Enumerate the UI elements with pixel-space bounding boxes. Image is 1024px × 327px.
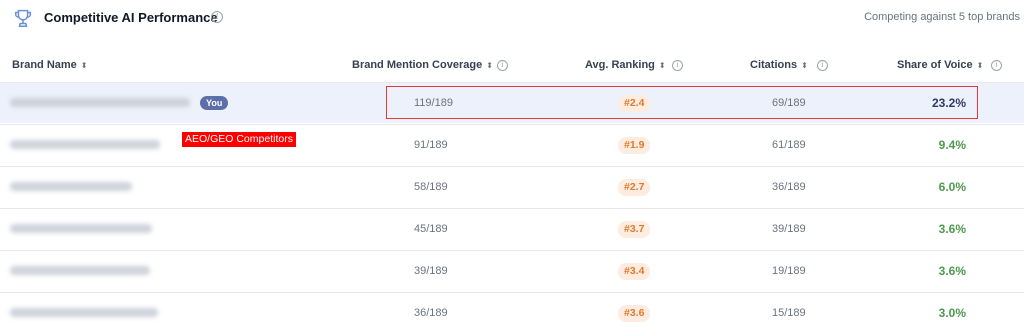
ranking-badge: #2.4	[618, 95, 651, 112]
table-header: Brand Name ⬍ Brand Mention Coverage ⬍ i Av…	[0, 52, 1024, 82]
share-of-voice-cell: 3.6%	[938, 264, 966, 278]
column-label: Avg. Ranking	[585, 59, 655, 71]
sort-icon[interactable]: ⬍	[81, 61, 88, 70]
competing-count-text: Competing against 5 top brands	[864, 11, 1020, 23]
info-icon[interactable]: i	[211, 11, 223, 23]
column-header-sov[interactable]: Share of Voice ⬍	[897, 59, 983, 71]
citations-cell: 61/189	[772, 139, 806, 151]
brand-name-blurred	[10, 182, 132, 191]
info-icon[interactable]: i	[817, 60, 828, 71]
annotation-label: AEO/GEO Competitors	[182, 132, 296, 147]
sort-icon[interactable]: ⬍	[486, 61, 493, 70]
citations-cell: 15/189	[772, 307, 806, 319]
column-header-ranking[interactable]: Avg. Ranking ⬍	[585, 59, 666, 71]
column-label: Brand Mention Coverage	[352, 59, 483, 71]
table-row[interactable]: 39/189 #3.4 19/189 3.6%	[0, 250, 1024, 291]
coverage-cell: 45/189	[414, 223, 448, 235]
info-icon[interactable]: i	[991, 60, 1002, 71]
brand-name-blurred	[10, 224, 152, 233]
coverage-cell: 58/189	[414, 181, 448, 193]
column-header-brand[interactable]: Brand Name ⬍	[12, 59, 88, 71]
brand-name-blurred	[10, 308, 158, 317]
sort-icon[interactable]: ⬍	[977, 61, 984, 70]
citations-cell: 39/189	[772, 223, 806, 235]
share-of-voice-cell: 3.0%	[938, 306, 966, 320]
column-header-citations[interactable]: Citations ⬍	[750, 59, 808, 71]
citations-cell: 69/189	[772, 97, 806, 109]
table-row[interactable]: 91/189 #1.9 61/189 9.4%	[0, 124, 1024, 165]
share-of-voice-cell: 3.6%	[938, 222, 966, 236]
ranking-badge: #1.9	[618, 137, 651, 154]
share-of-voice-cell: 6.0%	[938, 180, 966, 194]
brand-name-blurred	[10, 98, 190, 107]
sort-icon[interactable]: ⬍	[801, 61, 808, 70]
column-header-coverage[interactable]: Brand Mention Coverage ⬍	[352, 59, 493, 71]
share-of-voice-cell: 9.4%	[938, 138, 966, 152]
coverage-cell: 91/189	[414, 139, 448, 151]
info-icon[interactable]: i	[497, 60, 508, 71]
ranking-badge: #2.7	[618, 179, 651, 196]
info-icon[interactable]: i	[672, 60, 683, 71]
table-row[interactable]: 58/189 #2.7 36/189 6.0%	[0, 166, 1024, 207]
citations-cell: 19/189	[772, 265, 806, 277]
coverage-cell: 119/189	[414, 97, 453, 109]
column-label: Brand Name	[12, 59, 77, 71]
brand-name-blurred	[10, 266, 150, 275]
column-label: Citations	[750, 59, 798, 71]
citations-cell: 36/189	[772, 181, 806, 193]
table-row[interactable]: 36/189 #3.6 15/189 3.0%	[0, 292, 1024, 327]
you-badge: You	[200, 96, 229, 110]
sort-icon[interactable]: ⬍	[659, 61, 666, 70]
table-row[interactable]: 45/189 #3.7 39/189 3.6%	[0, 208, 1024, 249]
ranking-badge: #3.6	[618, 305, 651, 322]
ranking-badge: #3.4	[618, 263, 651, 280]
table-row-you[interactable]: You 119/189 #2.4 69/189 23.2%	[0, 82, 1024, 123]
panel-header: Competitive AI Performance i Competing a…	[0, 0, 1024, 40]
coverage-cell: 36/189	[414, 307, 448, 319]
ranking-badge: #3.7	[618, 221, 651, 238]
trophy-icon	[14, 9, 32, 27]
page-title: Competitive AI Performance	[44, 10, 218, 25]
brand-name-blurred	[10, 140, 160, 149]
coverage-cell: 39/189	[414, 265, 448, 277]
column-label: Share of Voice	[897, 59, 973, 71]
share-of-voice-cell: 23.2%	[931, 96, 966, 110]
